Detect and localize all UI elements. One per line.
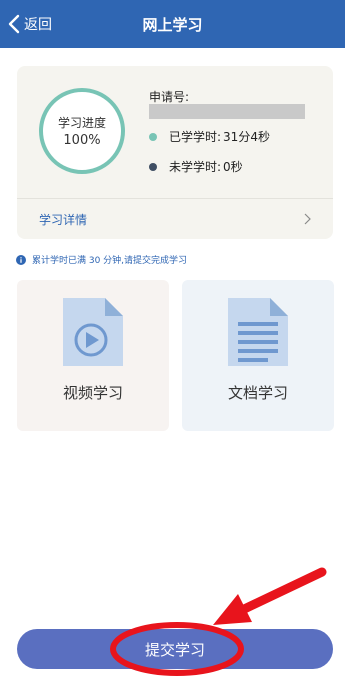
chevron-left-icon xyxy=(8,14,20,34)
back-label: 返回 xyxy=(24,17,52,33)
remaining-time-row: 未学学时: 0秒 xyxy=(149,158,243,175)
progress-card: 学习进度 100% 申请号: 已学学时: 31分4秒 未学学时: 0秒 学习详情 xyxy=(17,66,333,239)
back-button[interactable]: 返回 xyxy=(8,0,52,48)
studied-dot-icon xyxy=(149,132,157,141)
video-study-label: 视频学习 xyxy=(62,384,123,402)
video-study-tile[interactable]: 视频学习 xyxy=(17,280,169,431)
studied-time-row: 已学学时: 31分4秒 xyxy=(149,128,270,145)
application-number-label: 申请号: xyxy=(149,90,190,104)
studied-time-value: 31分4秒 xyxy=(223,130,270,144)
study-details-link[interactable]: 学习详情 xyxy=(17,199,333,239)
chevron-right-icon xyxy=(304,213,311,225)
document-study-label: 文档学习 xyxy=(227,384,288,402)
studied-time-label: 已学学时: xyxy=(169,130,222,144)
completion-notice-text: 累计学时已满 30 分钟,请提交完成学习 xyxy=(32,256,188,266)
completion-notice: 累计学时已满 30 分钟,请提交完成学习 xyxy=(16,253,187,266)
info-icon xyxy=(16,254,26,265)
document-study-tile[interactable]: 文档学习 xyxy=(182,280,334,431)
progress-ring: 学习进度 100% xyxy=(39,88,125,174)
document-file-icon xyxy=(228,298,288,366)
application-number-redacted xyxy=(149,104,305,119)
progress-percent: 100% xyxy=(63,133,101,148)
arrowhead-icon xyxy=(213,594,252,625)
pointer-arrow-icon xyxy=(233,567,327,617)
submit-study-button[interactable]: 提交学习 xyxy=(17,629,333,669)
remaining-dot-icon xyxy=(149,162,157,171)
study-details-label: 学习详情 xyxy=(39,212,88,227)
top-nav-bar: 返回 网上学习 xyxy=(0,0,345,48)
remaining-time-label: 未学学时: xyxy=(169,160,222,174)
progress-ring-title: 学习进度 xyxy=(57,116,106,130)
remaining-time-value: 0秒 xyxy=(223,160,243,174)
video-file-icon xyxy=(63,298,123,366)
